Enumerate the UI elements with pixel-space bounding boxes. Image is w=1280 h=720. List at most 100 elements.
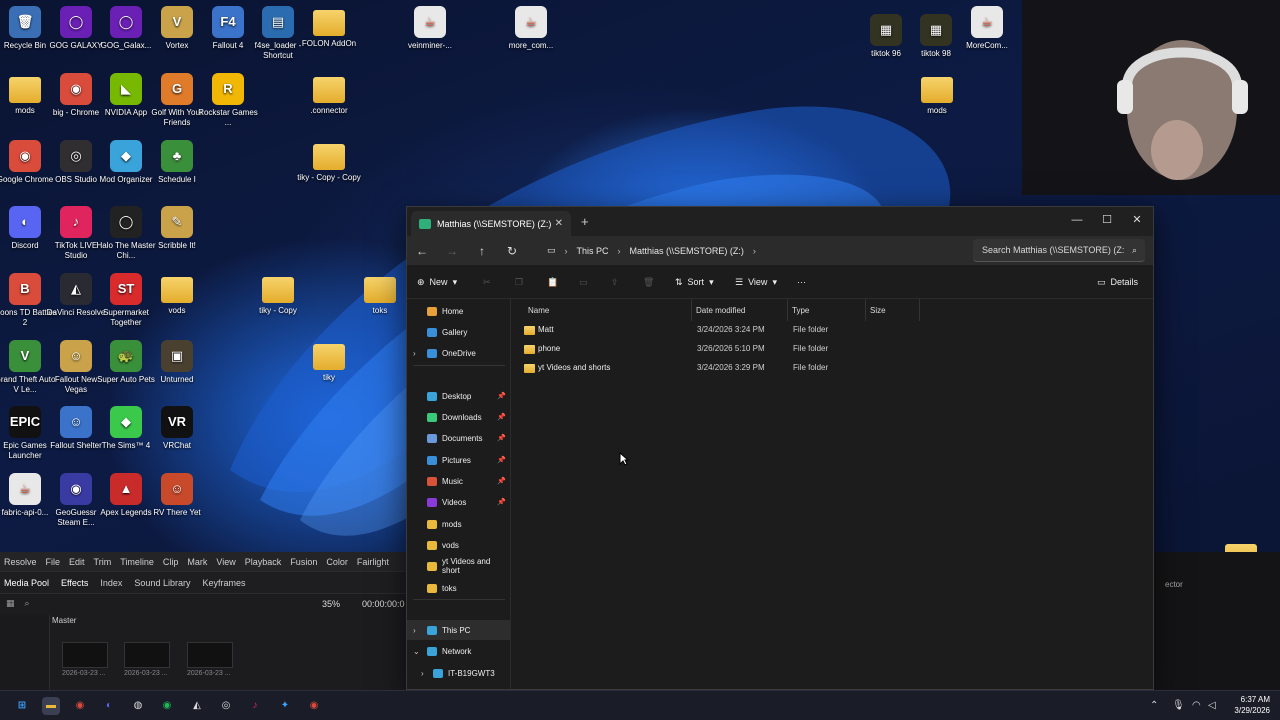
sidebar-item-vods[interactable]: vods [407, 535, 510, 555]
spotify-taskbar-icon[interactable]: ◉ [158, 697, 176, 715]
desktop-shortcut[interactable]: ▣ Unturned [144, 340, 210, 385]
microphone-icon[interactable]: 🎙 [1172, 700, 1185, 711]
sidebar-item-onedrive[interactable]: › OneDrive [407, 343, 510, 363]
chevron-down-icon[interactable]: ⌄ [413, 647, 420, 656]
sidebar-item-desktop[interactable]: Desktop 📌 [407, 386, 510, 406]
desktop-shortcut[interactable]: ✎ Scribble It! [144, 206, 210, 251]
file-explorer-taskbar-icon[interactable]: ▬ [42, 697, 60, 715]
cut-icon[interactable]: ✂ [483, 265, 491, 299]
details-button[interactable]: ▭ Details [1097, 265, 1138, 299]
resolve-menu-item[interactable]: Edit [69, 557, 85, 567]
media-clip[interactable] [187, 642, 233, 668]
desktop-shortcut[interactable]: ☺ RV There Yet [144, 473, 210, 518]
chevron-right-icon[interactable]: › [413, 349, 416, 358]
back-icon[interactable]: ← [407, 244, 437, 258]
chrome-profile-taskbar-icon[interactable]: ◉ [305, 697, 323, 715]
media-clip[interactable] [124, 642, 170, 668]
desktop-shortcut[interactable]: tiky [296, 340, 362, 383]
volume-icon[interactable]: ◁ [1208, 700, 1216, 711]
desktop-shortcut[interactable]: ☕ veinminer-... [397, 6, 463, 51]
obs-taskbar-icon[interactable]: ◎ [217, 697, 235, 715]
resolve-menu-item[interactable]: Resolve [4, 557, 37, 567]
desktop-shortcut[interactable]: ♣ Schedule I [144, 140, 210, 185]
inspector-label[interactable]: ector [1165, 580, 1183, 589]
resolve-menu-item[interactable]: Color [326, 557, 348, 567]
minimize-icon[interactable]: — [1063, 210, 1091, 230]
desktop-shortcut[interactable]: ☕ more_com... [498, 6, 564, 51]
desktop-shortcut[interactable]: FOLON AddOn [296, 6, 362, 49]
resolve-menu-item[interactable]: View [216, 557, 235, 567]
close-icon[interactable]: ✕ [1123, 210, 1151, 230]
column-name[interactable]: Name [512, 299, 692, 321]
grid-view-icon[interactable]: ▦ [6, 598, 15, 609]
explorer-tab[interactable]: Matthias (\\SEMSTORE) (Z:) ✕ [411, 211, 571, 236]
tiktok-taskbar-icon[interactable]: ♪ [246, 697, 264, 715]
sidebar-item-gallery[interactable]: Gallery [407, 322, 510, 342]
desktop-shortcut[interactable]: ☕ MoreCom... [954, 6, 1020, 51]
resolve-menu-item[interactable]: Fusion [290, 557, 317, 567]
file-row[interactable]: phone 3/26/2026 5:10 PM File folder [516, 340, 926, 358]
chevron-up-icon[interactable]: ⌃ [1150, 700, 1158, 711]
chevron-right-icon[interactable]: › [753, 246, 756, 256]
desktop-shortcut[interactable]: vods [144, 273, 210, 316]
sidebar-item-this-pc[interactable]: › This PC [407, 620, 510, 640]
desktop-shortcut[interactable]: tiky - Copy [245, 273, 311, 316]
column-size[interactable]: Size [866, 299, 920, 321]
close-tab-icon[interactable]: ✕ [555, 218, 563, 229]
up-icon[interactable]: ↑ [467, 244, 497, 258]
sidebar-item-toks[interactable]: toks [407, 578, 510, 598]
desktop-shortcut[interactable]: mods [904, 73, 970, 116]
search-input[interactable]: Search Matthias (\\SEMSTORE) (Z: ⌕ [973, 239, 1145, 262]
desktop-shortcut[interactable]: tiky - Copy - Copy [296, 140, 362, 183]
desktop-shortcut[interactable]: R Rockstar Games ... [195, 73, 261, 128]
clock[interactable]: 6:37 AM 3/29/2026 [1234, 694, 1270, 716]
sidebar-item-yt-videos-and-short[interactable]: yt Videos and short [407, 556, 510, 576]
wifi-icon[interactable]: ◠ [1192, 700, 1201, 711]
forward-icon[interactable]: → [437, 244, 467, 258]
index-tab[interactable]: Index [100, 578, 122, 588]
file-row[interactable]: Matt 3/24/2026 3:24 PM File folder [516, 321, 926, 339]
keyframes-tab[interactable]: Keyframes [202, 578, 245, 588]
copy-icon[interactable]: ❐ [515, 265, 523, 299]
zoom-level[interactable]: 35% [322, 599, 340, 609]
sidebar-item-downloads[interactable]: Downloads 📌 [407, 407, 510, 427]
share-icon[interactable]: ⇪ [611, 265, 619, 299]
search-icon[interactable]: ⌕ [25, 598, 30, 609]
paste-icon[interactable]: 📋 [547, 265, 558, 299]
resolve-menu-item[interactable]: File [46, 557, 61, 567]
file-row[interactable]: yt Videos and shorts 3/24/2026 3:29 PM Fil… [516, 359, 926, 377]
refresh-icon[interactable]: ↻ [497, 244, 527, 258]
sidebar-item-videos[interactable]: Videos 📌 [407, 492, 510, 512]
desktop-shortcut[interactable]: VR VRChat [144, 406, 210, 451]
effects-tab[interactable]: Effects [61, 578, 88, 588]
sort-button[interactable]: ⇅ Sort ▾ [675, 265, 714, 299]
more-options-button[interactable]: ··· [797, 265, 806, 299]
discord-taskbar-icon[interactable]: ◐ [100, 697, 118, 715]
breadcrumb-this-pc[interactable]: This PC [577, 246, 609, 256]
rename-icon[interactable]: ▭ [579, 265, 588, 299]
maximize-icon[interactable]: ☐ [1093, 210, 1121, 230]
start-menu-icon[interactable]: ⊞ [13, 697, 31, 715]
sidebar-item-network[interactable]: ⌄ Network [407, 641, 510, 661]
new-tab-icon[interactable]: + [581, 214, 589, 229]
sound-library-tab[interactable]: Sound Library [134, 578, 190, 588]
sidebar-item-mods[interactable]: mods [407, 514, 510, 534]
breadcrumb-drive[interactable]: Matthias (\\SEMSTORE) (Z:) [630, 246, 744, 256]
sidebar-item-home[interactable]: Home [407, 301, 510, 321]
chevron-right-icon[interactable]: › [421, 669, 424, 678]
resolve-menu-item[interactable]: Timeline [120, 557, 154, 567]
resolve-taskbar-icon[interactable]: ◭ [188, 697, 206, 715]
column-type[interactable]: Type [788, 299, 866, 321]
resolve-menu-item[interactable]: Mark [187, 557, 207, 567]
desktop-shortcut[interactable]: toks [347, 273, 413, 316]
address-bar[interactable]: ▭ › This PC › Matthias (\\SEMSTORE) (Z:)… [541, 239, 969, 262]
resolve-menu-item[interactable]: Trim [94, 557, 112, 567]
app-taskbar-icon[interactable]: ✦ [276, 697, 294, 715]
sidebar-item-documents[interactable]: Documents 📌 [407, 428, 510, 448]
chevron-right-icon[interactable]: › [413, 626, 416, 635]
view-button[interactable]: ☰ View ▾ [735, 265, 777, 299]
resolve-menu-item[interactable]: Clip [163, 557, 179, 567]
resolve-menu-item[interactable]: Fairlight [357, 557, 389, 567]
new-button[interactable]: ⊕ New ▾ [417, 265, 457, 299]
sidebar-item-it-b19gwt3[interactable]: › IT-B19GWT3 [407, 663, 510, 683]
